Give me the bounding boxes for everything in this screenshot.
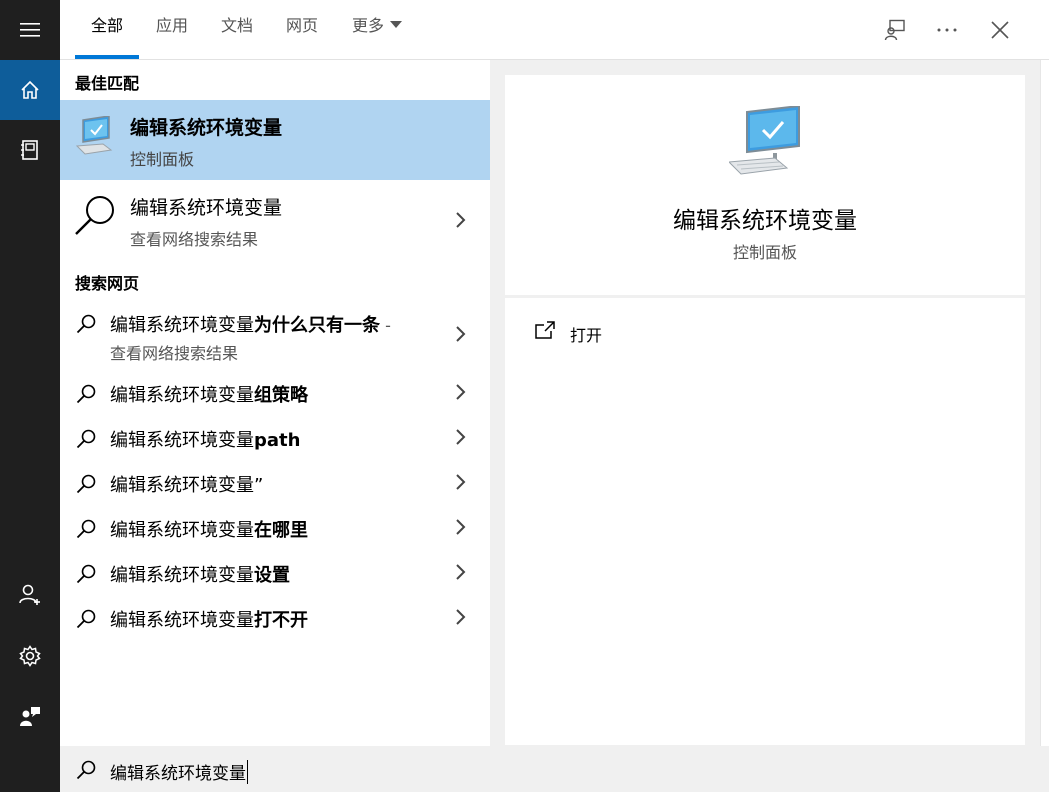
best-match-item[interactable]: 编辑系统环境变量 控制面板: [60, 100, 490, 180]
suggestion-title: 编辑系统环境变量”: [110, 471, 263, 497]
search-suggestion-item[interactable]: 编辑系统环境变量设置: [60, 550, 490, 595]
tab-more[interactable]: 更多: [352, 0, 403, 60]
open-icon: [535, 321, 555, 339]
best-match-heading: 最佳匹配: [75, 74, 140, 93]
best-match-subtitle: 控制面板: [130, 150, 195, 169]
computer-icon: [75, 116, 113, 155]
open-label: 打开: [570, 326, 603, 345]
feedback-person-button[interactable]: [0, 686, 60, 746]
web-result-item[interactable]: 编辑系统环境变量 查看网络搜索结果: [60, 180, 490, 256]
chevron-down-icon: [390, 21, 403, 28]
search-icon: [76, 474, 96, 494]
search-icon: [76, 314, 96, 334]
search-icon: [76, 760, 96, 780]
documents-icon: [21, 140, 38, 160]
suggestion-title: 编辑系统环境变量在哪里: [110, 516, 308, 542]
preview-subtitle: 控制面板: [732, 243, 797, 262]
suggestion-prefix: 编辑系统环境变量: [110, 610, 254, 631]
suggestion-prefix: 编辑系统环境变量: [110, 385, 254, 406]
search-bar[interactable]: 编辑系统环境变量: [60, 746, 1049, 792]
search-input[interactable]: 编辑系统环境变量: [110, 759, 248, 784]
chevron-right-icon: [456, 326, 466, 342]
suggestion-prefix: 编辑系统环境变量: [110, 430, 254, 451]
home-icon: [21, 80, 39, 99]
tab-all[interactable]: 全部: [74, 0, 140, 60]
suggestion-bold: 设置: [254, 565, 290, 586]
close-button[interactable]: [982, 12, 1018, 48]
preview-pane: 编辑系统环境变量 控制面板 打开: [505, 75, 1025, 745]
user-add-button[interactable]: [0, 565, 60, 625]
suggestion-bold: 为什么只有一条: [254, 315, 380, 336]
tab-apps[interactable]: 应用: [156, 0, 188, 60]
suggestion-prefix: 编辑系统环境变量: [110, 565, 254, 586]
feedback-person-icon: [20, 707, 40, 726]
chevron-right-icon: [456, 519, 466, 535]
suggestion-subtitle: 查看网络搜索结果: [110, 344, 239, 363]
search-icon: [76, 564, 96, 584]
search-suggestion-item[interactable]: 编辑系统环境变量打不开: [60, 595, 490, 640]
close-icon: [991, 21, 1009, 39]
search-suggestion-item[interactable]: 编辑系统环境变量为什么只有一条 - 查看网络搜索结果: [60, 296, 490, 366]
search-icon: [76, 384, 96, 404]
more-options-icon: [937, 28, 957, 32]
user-add-icon: [19, 584, 40, 605]
chevron-right-icon: [456, 609, 466, 625]
suggestion-prefix: 编辑系统环境变量: [110, 520, 254, 541]
feedback-button[interactable]: [877, 12, 913, 48]
left-rail: [0, 0, 60, 792]
suggestion-prefix: 编辑系统环境变量: [110, 315, 254, 336]
suggestion-title: 编辑系统环境变量为什么只有一条 -: [110, 311, 391, 337]
suggestion-title: 编辑系统环境变量打不开: [110, 606, 308, 632]
best-match-title: 编辑系统环境变量: [130, 117, 283, 139]
scrollbar[interactable]: [1040, 60, 1049, 746]
web-result-subtitle: 查看网络搜索结果: [130, 230, 259, 249]
home-button[interactable]: [0, 60, 60, 120]
search-suggestion-item[interactable]: 编辑系统环境变量”: [60, 460, 490, 505]
suggestion-bold: 打不开: [254, 610, 308, 631]
chevron-right-icon: [456, 429, 466, 445]
search-suggestion-item[interactable]: 编辑系统环境变量组策略: [60, 370, 490, 415]
search-icon: [75, 196, 114, 235]
suggestion-bold: 在哪里: [254, 520, 308, 541]
suggestion-suffix: -: [380, 316, 391, 335]
documents-button[interactable]: [0, 120, 60, 180]
chevron-right-icon: [456, 384, 466, 400]
suggestion-title: 编辑系统环境变量组策略: [110, 381, 308, 407]
settings-button[interactable]: [0, 626, 60, 686]
divider: [505, 295, 1025, 298]
feedback-icon: [884, 19, 905, 41]
menu-button[interactable]: [0, 0, 60, 60]
preview-title: 编辑系统环境变量: [673, 208, 857, 234]
suggestion-title: 编辑系统环境变量path: [110, 426, 300, 452]
settings-icon: [19, 645, 41, 667]
computer-icon: [729, 106, 800, 175]
search-icon: [76, 609, 96, 629]
web-result-title: 编辑系统环境变量: [130, 197, 283, 219]
menu-icon: [20, 23, 40, 37]
search-icon: [76, 519, 96, 539]
chevron-right-icon: [456, 474, 466, 490]
web-search-heading: 搜索网页: [75, 274, 140, 293]
tab-documents[interactable]: 文档: [221, 0, 253, 60]
search-suggestion-item[interactable]: 编辑系统环境变量path: [60, 415, 490, 460]
suggestion-bold: 组策略: [254, 385, 308, 406]
search-suggestion-item[interactable]: 编辑系统环境变量在哪里: [60, 505, 490, 550]
text-cursor: [247, 760, 248, 784]
top-bar: 全部 应用 文档 网页 更多: [60, 0, 1049, 60]
suggestion-title: 编辑系统环境变量设置: [110, 561, 290, 587]
tab-web[interactable]: 网页: [286, 0, 318, 60]
chevron-right-icon: [456, 564, 466, 580]
open-action[interactable]: 打开: [533, 319, 733, 347]
suggestion-bold: path: [254, 430, 301, 451]
search-icon: [76, 429, 96, 449]
more-options-button[interactable]: [929, 12, 965, 48]
results-pane: 最佳匹配 编辑系统环境变量 控制面板 编辑系统环境变量 查看网络搜索结果 搜索网…: [60, 60, 490, 746]
suggestion-prefix: 编辑系统环境变量”: [110, 475, 264, 496]
chevron-right-icon: [456, 212, 466, 228]
